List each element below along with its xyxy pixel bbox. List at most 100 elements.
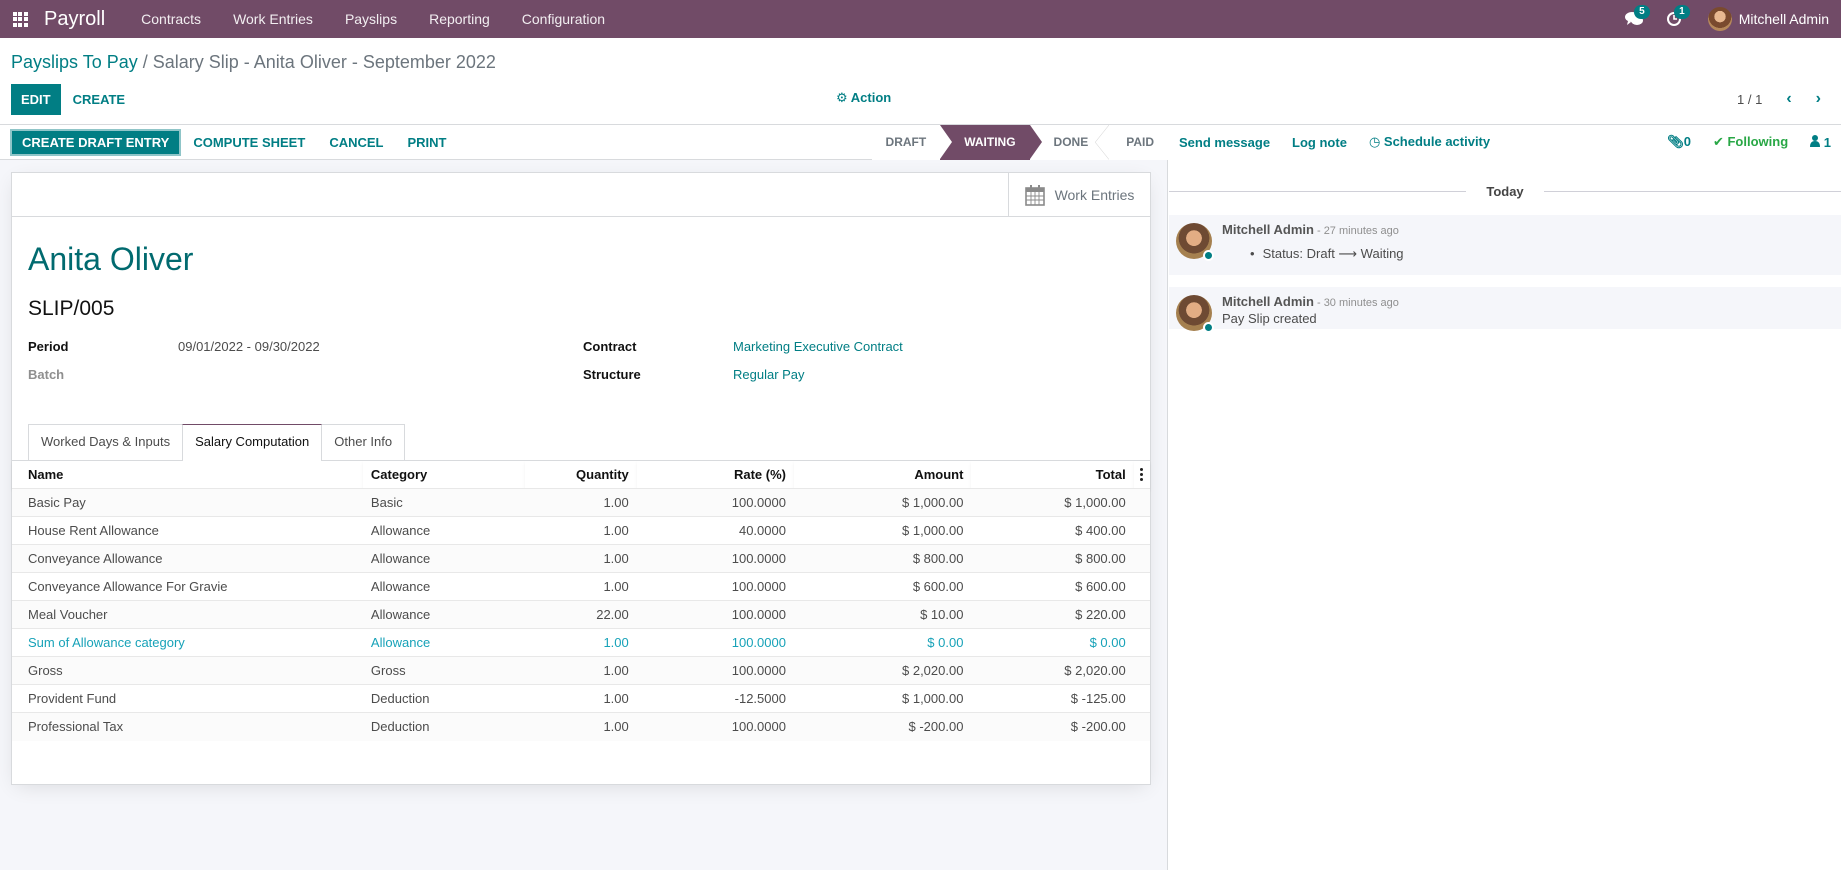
pager-value[interactable]: 1 / 1	[1737, 92, 1762, 107]
stage-waiting[interactable]: WAITING	[940, 124, 1042, 160]
paperclip-icon: 📎︎	[1667, 134, 1684, 149]
cell-amount: $ -200.00	[793, 712, 972, 741]
app-name[interactable]: Payroll	[44, 8, 105, 31]
cell-category: Allowance	[362, 516, 526, 545]
table-row[interactable]: Professional Tax Deduction 1.00 100.0000 $ -…	[12, 712, 1150, 741]
user-menu[interactable]: Mitchell Admin	[1707, 7, 1829, 31]
messaging-button[interactable]: 5	[1614, 0, 1654, 38]
systray: 5 1 Mitchell Admin	[1614, 0, 1841, 38]
table-row[interactable]: Gross Gross 1.00 100.0000 $ 2,020.00 $ 2,020.…	[12, 656, 1150, 685]
cell-category: Allowance	[362, 572, 526, 601]
table-row[interactable]: Meal Voucher Allowance 22.00 100.0000 $ 10.0…	[12, 600, 1150, 629]
header-category[interactable]: Category	[362, 460, 526, 489]
cell-name: Professional Tax	[12, 712, 363, 741]
cell-total: $ 400.00	[971, 516, 1134, 545]
cell-category: Allowance	[362, 628, 526, 657]
cell-quantity: 1.00	[525, 516, 637, 545]
table-row[interactable]: Conveyance Allowance For Gravie Allowance…	[12, 572, 1150, 601]
cell-total: $ -125.00	[971, 684, 1134, 713]
cell-category: Gross	[362, 656, 526, 685]
cell-total: $ 800.00	[971, 544, 1134, 573]
table-row[interactable]: Sum of Allowance category Allowance 1.00 10…	[12, 628, 1150, 657]
following-button[interactable]: ✔ Following	[1713, 134, 1788, 150]
menu-contracts[interactable]: Contracts	[125, 0, 217, 38]
cell-amount: $ 1,000.00	[793, 516, 972, 545]
contract-field: Contract Marketing Executive Contract	[583, 339, 903, 354]
cell-category: Basic	[362, 488, 526, 517]
create-draft-entry-button[interactable]: CREATE DRAFT ENTRY	[10, 128, 182, 156]
clock-icon: ◷	[1368, 134, 1381, 149]
stage-paid[interactable]: PAID	[1102, 124, 1168, 160]
cell-name: Basic Pay	[12, 488, 363, 517]
cell-quantity: 1.00	[525, 712, 637, 741]
cell-amount: $ 2,020.00	[793, 656, 972, 685]
optional-columns-toggle[interactable]	[1133, 460, 1150, 489]
header-total[interactable]: Total	[971, 460, 1134, 489]
send-message-button[interactable]: Send message	[1179, 135, 1270, 150]
tab-salary-computation[interactable]: Salary Computation	[182, 424, 323, 461]
batch-label: Batch	[28, 367, 65, 382]
activities-button[interactable]: 1	[1654, 0, 1694, 38]
author-avatar[interactable]	[1176, 223, 1214, 261]
chatter-right-actions: 📎︎0 ✔ Following 1	[1667, 134, 1831, 150]
table-row[interactable]: House Rent Allowance Allowance 1.00 40.0000…	[12, 516, 1150, 545]
pager-previous-icon[interactable]: ‹	[1786, 90, 1791, 108]
user-name: Mitchell Admin	[1738, 11, 1829, 27]
action-dropdown[interactable]: ⚙ Action	[836, 90, 891, 106]
gear-icon: ⚙	[836, 90, 848, 105]
edit-button[interactable]: EDIT	[11, 84, 61, 115]
contract-link[interactable]: Marketing Executive Contract	[733, 339, 903, 354]
compute-sheet-button[interactable]: COMPUTE SHEET	[181, 135, 317, 150]
message-author[interactable]: Mitchell Admin	[1222, 294, 1314, 309]
employee-name[interactable]: Anita Oliver	[28, 241, 193, 278]
schedule-activity-label: Schedule activity	[1383, 134, 1491, 149]
control-panel: Payslips To Pay / Salary Slip - Anita Ol…	[0, 38, 1841, 125]
cell-spacer	[1133, 656, 1150, 685]
cell-total: $ 0.00	[971, 628, 1134, 657]
header-amount[interactable]: Amount	[793, 460, 972, 489]
breadcrumb-parent[interactable]: Payslips To Pay	[11, 52, 138, 72]
menu-configuration[interactable]: Configuration	[506, 0, 621, 38]
cell-amount: $ 800.00	[793, 544, 972, 573]
kebab-menu-icon	[1138, 468, 1146, 481]
author-avatar[interactable]	[1176, 295, 1214, 333]
attachments-button[interactable]: 📎︎0	[1667, 134, 1691, 150]
menu-payslips[interactable]: Payslips	[329, 0, 413, 38]
period-field: Period 09/01/2022 - 09/30/2022	[28, 339, 320, 354]
breadcrumb-current: Salary Slip - Anita Oliver - September 2…	[152, 52, 496, 72]
cell-rate: 100.0000	[636, 628, 794, 657]
cell-total: $ 600.00	[971, 572, 1134, 601]
schedule-activity-button[interactable]: ◷ Schedule activity	[1369, 134, 1490, 150]
period-value[interactable]: 09/01/2022 - 09/30/2022	[178, 339, 320, 354]
header-quantity[interactable]: Quantity	[525, 460, 637, 489]
pager-next-icon[interactable]: ›	[1816, 90, 1821, 108]
work-entries-button[interactable]: Work Entries	[1008, 173, 1150, 216]
create-button[interactable]: CREATE	[61, 84, 137, 115]
followers-button[interactable]: 1	[1810, 134, 1831, 150]
period-label: Period	[28, 339, 69, 354]
cell-amount: $ 1,000.00	[793, 488, 972, 517]
cell-quantity: 1.00	[525, 488, 637, 517]
cell-total: $ 220.00	[971, 600, 1134, 629]
table-row[interactable]: Basic Pay Basic 1.00 100.0000 $ 1,000.00 $ 1,…	[12, 488, 1150, 517]
table-row[interactable]: Conveyance Allowance Allowance 1.00 100.000…	[12, 544, 1150, 573]
cell-rate: 100.0000	[636, 488, 794, 517]
log-note-button[interactable]: Log note	[1292, 135, 1347, 150]
menu-reporting[interactable]: Reporting	[413, 0, 506, 38]
cell-spacer	[1133, 516, 1150, 545]
apps-menu-icon[interactable]	[0, 0, 40, 38]
cell-total: $ 2,020.00	[971, 656, 1134, 685]
tab-other-info[interactable]: Other Info	[321, 424, 406, 460]
cell-quantity: 1.00	[525, 628, 637, 657]
table-row[interactable]: Provident Fund Deduction 1.00 -12.5000 $ 1,0…	[12, 684, 1150, 713]
print-button[interactable]: PRINT	[395, 135, 458, 150]
message-author[interactable]: Mitchell Admin	[1222, 222, 1314, 237]
cell-rate: 100.0000	[636, 712, 794, 741]
header-name[interactable]: Name	[12, 460, 363, 489]
structure-link[interactable]: Regular Pay	[733, 367, 805, 382]
header-rate[interactable]: Rate (%)	[636, 460, 794, 489]
stage-draft[interactable]: DRAFT	[871, 124, 941, 160]
cancel-button[interactable]: CANCEL	[317, 135, 395, 150]
tab-worked-days-inputs[interactable]: Worked Days & Inputs	[28, 424, 184, 460]
menu-work-entries[interactable]: Work Entries	[217, 0, 329, 38]
